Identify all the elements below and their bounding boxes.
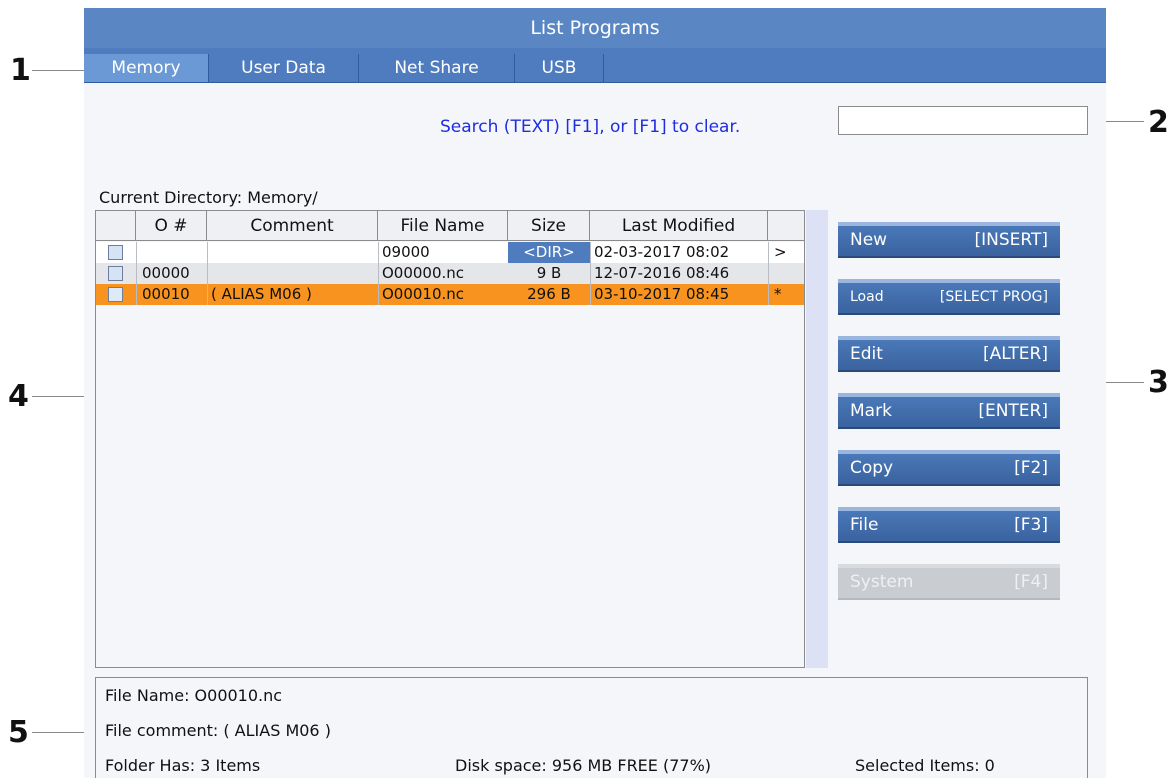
cell-onum: 00010 — [142, 285, 190, 303]
search-hint: Search (TEXT) [F1], or [F1] to clear. — [440, 117, 741, 137]
column-header-comment[interactable]: Comment — [207, 211, 378, 241]
column-divider — [207, 242, 208, 305]
edit-button-key: [ALTER] — [983, 344, 1048, 364]
new-button-key: [INSERT] — [974, 230, 1049, 250]
cell-comment — [211, 242, 376, 263]
cell-onum: 00000 — [142, 264, 190, 282]
column-divider — [378, 242, 379, 305]
callout-4: 4 — [8, 379, 29, 414]
callout-3: 3 — [1148, 365, 1169, 400]
cell-file-name: O00000.nc — [382, 264, 465, 282]
column-header-onum[interactable]: O # — [136, 211, 207, 241]
info-file-comment: File comment: ( ALIAS M06 ) — [105, 721, 331, 740]
list-programs-window: List Programs Memory User Data Net Share… — [84, 8, 1106, 778]
cell-flag — [774, 263, 802, 284]
cell-flag: * — [774, 285, 782, 303]
mark-button-key: [ENTER] — [978, 401, 1048, 421]
copy-button-key: [F2] — [1014, 458, 1048, 478]
system-button-label: System — [850, 572, 914, 592]
new-button-label: New — [850, 230, 888, 250]
column-header-last-modified[interactable]: Last Modified — [590, 211, 768, 241]
table-row-selected[interactable]: 00010 ( ALIAS M06 ) O00010.nc 296 B 03-1… — [96, 284, 804, 305]
column-header-checkbox — [96, 211, 136, 241]
row-checkbox[interactable] — [108, 287, 123, 302]
cell-last-modified: 12-07-2016 08:46 — [594, 264, 730, 282]
system-button-key: [F4] — [1014, 572, 1048, 592]
table-row[interactable]: 09000 <DIR> 02-03-2017 08:02 > — [96, 242, 804, 263]
cell-comment — [211, 263, 376, 284]
current-directory: Current Directory: Memory/ — [99, 188, 318, 207]
cell-file-name: 09000 — [382, 243, 430, 261]
new-button[interactable]: New [INSERT] — [838, 222, 1060, 258]
column-divider — [590, 242, 591, 305]
column-header-size[interactable]: Size — [508, 211, 590, 241]
row-checkbox[interactable] — [108, 266, 123, 281]
file-info-panel: File Name: O00010.nc File comment: ( ALI… — [95, 677, 1088, 778]
cell-flag: > — [774, 243, 787, 261]
column-divider — [136, 242, 137, 305]
file-button-label: File — [850, 515, 879, 535]
column-header-file-name[interactable]: File Name — [378, 211, 508, 241]
copy-button[interactable]: Copy [F2] — [838, 450, 1060, 486]
tab-bar: Memory User Data Net Share USB — [84, 48, 1106, 83]
load-button-key: [SELECT PROG] — [939, 289, 1048, 305]
tab-usb[interactable]: USB — [514, 54, 604, 82]
cell-size: <DIR> — [508, 242, 590, 263]
search-input[interactable] — [838, 106, 1088, 135]
callout-5: 5 — [8, 715, 29, 750]
info-selected-items: Selected Items: 0 — [855, 756, 995, 775]
cell-last-modified: 03-10-2017 08:45 — [594, 285, 730, 303]
window-title: List Programs — [84, 8, 1106, 48]
info-disk-space: Disk space: 956 MB FREE (77%) — [455, 756, 712, 775]
edit-button-label: Edit — [850, 344, 883, 364]
table-row[interactable]: 00000 O00000.nc 9 B 12-07-2016 08:46 — [96, 263, 804, 284]
callout-2: 2 — [1148, 105, 1169, 140]
info-file-name: File Name: O00010.nc — [105, 686, 283, 705]
file-button-key: [F3] — [1014, 515, 1048, 535]
cell-size: 9 B — [536, 264, 562, 282]
cell-comment: ( ALIAS M06 ) — [211, 285, 312, 303]
cell-onum — [142, 242, 207, 263]
mark-button[interactable]: Mark [ENTER] — [838, 393, 1060, 429]
row-checkbox[interactable] — [108, 245, 123, 260]
column-header-flag — [768, 211, 804, 241]
copy-button-label: Copy — [850, 458, 894, 478]
system-button: System [F4] — [838, 564, 1060, 600]
load-button-label: Load — [850, 289, 884, 305]
list-scrollbar[interactable] — [806, 210, 828, 668]
program-list[interactable]: O # Comment File Name Size Last Modified… — [95, 210, 805, 668]
callout-1-leader — [32, 70, 92, 71]
cell-file-name: O00010.nc — [382, 285, 465, 303]
file-button[interactable]: File [F3] — [838, 507, 1060, 543]
column-divider — [768, 242, 769, 305]
mark-button-label: Mark — [850, 401, 892, 421]
info-folder-has: Folder Has: 3 Items — [105, 756, 261, 775]
callout-1: 1 — [10, 53, 31, 88]
cell-size: 296 B — [527, 285, 571, 303]
tab-net-share[interactable]: Net Share — [358, 54, 514, 82]
tab-memory[interactable]: Memory — [84, 54, 208, 82]
tab-user-data[interactable]: User Data — [208, 54, 358, 82]
load-button[interactable]: Load [SELECT PROG] — [838, 279, 1060, 315]
edit-button[interactable]: Edit [ALTER] — [838, 336, 1060, 372]
cell-last-modified: 02-03-2017 08:02 — [594, 243, 730, 261]
